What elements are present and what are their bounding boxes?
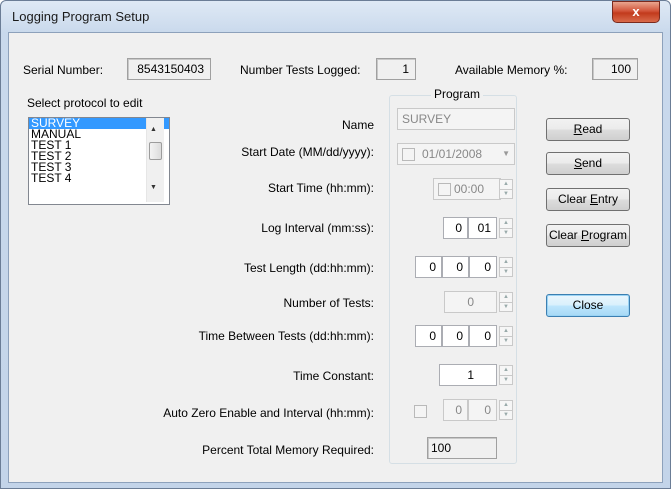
test-length-days[interactable]: 0 [415, 256, 442, 278]
log-interval-label: Log Interval (mm:ss): [261, 221, 374, 235]
close-icon: x [632, 4, 640, 19]
scroll-down-arrow-icon[interactable]: ▼ [150, 184, 157, 191]
between-tests-minutes[interactable]: 0 [469, 325, 497, 347]
time-between-tests-label: Time Between Tests (dd:hh:mm): [198, 329, 374, 343]
scroll-up-arrow-icon[interactable]: ▲ [150, 126, 157, 133]
tests-logged-value: 1 [376, 58, 416, 80]
clear-program-button[interactable]: Clear Program [546, 224, 630, 247]
close-button[interactable]: Close [546, 294, 630, 317]
test-length-minutes[interactable]: 0 [469, 256, 497, 278]
serial-number-value: 8543150403 [127, 58, 211, 80]
available-memory-value: 100 [592, 58, 638, 80]
start-time-field[interactable]: 00:00 [433, 178, 501, 200]
clear-entry-button[interactable]: Clear Entry [546, 188, 630, 211]
protocol-list-scrollbar[interactable]: ▲ ▼ [146, 118, 164, 202]
tests-logged-label: Number Tests Logged: [240, 63, 361, 77]
start-date-label: Start Date (MM/dd/yyyy): [241, 145, 374, 159]
between-tests-days[interactable]: 0 [415, 325, 442, 347]
title-bar[interactable]: Logging Program Setup x [0, 0, 671, 32]
start-date-value: 01/01/2008 [422, 147, 483, 161]
test-length-label: Test Length (dd:hh:mm): [243, 261, 374, 275]
start-time-spinner[interactable]: ▲ ▼ [499, 179, 513, 199]
time-constant-spinner[interactable]: ▲ ▼ [499, 365, 513, 385]
window-title: Logging Program Setup [12, 9, 150, 24]
available-memory-label: Available Memory %: [455, 63, 568, 77]
auto-zero-hours[interactable]: 0 [443, 399, 468, 421]
number-of-tests-spinner[interactable]: ▲ ▼ [499, 292, 513, 312]
percent-memory-value: 100 [427, 437, 497, 459]
log-interval-seconds[interactable]: 01 [468, 217, 497, 239]
auto-zero-label: Auto Zero Enable and Interval (hh:mm): [163, 406, 374, 420]
test-length-hours[interactable]: 0 [442, 256, 469, 278]
protocol-list-label: Select protocol to edit [27, 96, 143, 110]
serial-number-label: Serial Number: [23, 63, 104, 77]
test-length-spinner[interactable]: ▲ ▼ [499, 257, 513, 277]
start-time-value: 00:00 [454, 182, 485, 196]
time-constant-label: Time Constant: [293, 369, 374, 383]
start-date-picker[interactable]: 01/01/2008 ▼ [397, 143, 515, 165]
start-time-checkbox[interactable] [438, 183, 451, 196]
program-group-title: Program [431, 87, 484, 101]
between-tests-spinner[interactable]: ▲ ▼ [499, 326, 513, 346]
auto-zero-minutes[interactable]: 0 [468, 399, 497, 421]
start-date-checkbox[interactable] [402, 148, 415, 161]
log-interval-minutes[interactable]: 0 [443, 217, 468, 239]
auto-zero-spinner[interactable]: ▲ ▼ [499, 400, 513, 420]
send-button[interactable]: Send [546, 152, 630, 175]
name-label: Name [341, 118, 374, 132]
percent-memory-label: Percent Total Memory Required: [202, 443, 374, 457]
scroll-thumb[interactable] [149, 142, 162, 160]
chevron-down-icon[interactable]: ▼ [502, 144, 510, 164]
time-constant-input[interactable]: 1 [439, 364, 497, 386]
number-of-tests-input[interactable]: 0 [444, 291, 497, 313]
read-button[interactable]: Read [546, 118, 630, 141]
between-tests-hours[interactable]: 0 [442, 325, 469, 347]
auto-zero-checkbox[interactable] [414, 405, 427, 418]
start-time-label: Start Time (hh:mm): [267, 181, 374, 195]
name-input[interactable]: SURVEY [397, 108, 515, 130]
log-interval-spinner[interactable]: ▲ ▼ [499, 218, 513, 238]
number-of-tests-label: Number of Tests: [283, 296, 374, 310]
window-close-button[interactable]: x [612, 1, 660, 23]
